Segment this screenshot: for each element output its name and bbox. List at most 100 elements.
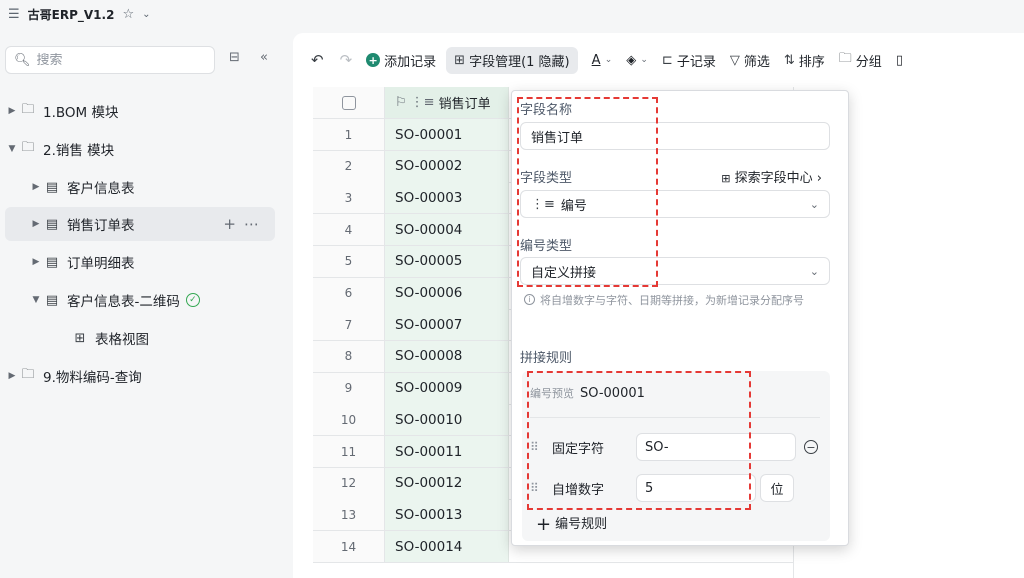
select-all-cell[interactable] <box>313 87 385 118</box>
rule-fixed-text: ⠿ 固定字符 SO- − <box>530 433 820 461</box>
table-icon: ▤ <box>45 216 59 232</box>
digit-count-input[interactable]: 5 <box>636 474 756 502</box>
row-number: 4 <box>313 214 385 246</box>
sidebar-item-order-detail[interactable]: ▶ ▤ 订单明细表 <box>5 245 275 279</box>
row-number: 9 <box>313 372 385 404</box>
sidebar-item-label: 9.物料编码-查询 <box>43 370 142 386</box>
field-config-panel: 字段名称 销售订单 字段类型 ⊞ 探索字段中心 › ⋮≡ 编号 ⌄ 编号类型 自… <box>511 90 849 546</box>
sidebar-item-material-code[interactable]: ▶ 🗀 9.物料编码-查询 <box>5 359 275 393</box>
primary-flag-icon: ⚐ <box>395 95 407 110</box>
fixed-text-input[interactable]: SO- <box>636 433 796 461</box>
row-number: 1 <box>313 119 385 150</box>
field-name-label: 字段名称 <box>520 103 573 118</box>
collapse-sidebar-icon[interactable]: « <box>260 50 268 65</box>
menu-icon[interactable]: ☰ <box>8 7 20 22</box>
sales-order-cell[interactable]: SO-00010 <box>385 404 509 436</box>
sidebar-item-sales[interactable]: ▼ 🗀 2.销售 模块 <box>5 132 275 166</box>
row-number: 6 <box>313 277 385 309</box>
sort-button[interactable]: ⇅ 排序 <box>784 51 825 70</box>
title-bar: ☰ 古哥ERP_V1.2 ☆ ⌄ <box>0 0 1024 28</box>
field-type-select[interactable]: ⋮≡ 编号 ⌄ <box>520 190 830 218</box>
drag-handle-icon[interactable]: ⠿ <box>530 440 546 454</box>
sales-order-cell[interactable]: SO-00008 <box>385 340 509 372</box>
expand-arrow-icon[interactable]: ▶ <box>29 182 43 192</box>
rules-label: 拼接规则 <box>520 351 573 366</box>
folder-icon: 🗀 <box>21 140 35 155</box>
row-height-icon[interactable]: ▯ <box>896 53 903 68</box>
field-grid-icon: ⊞ <box>454 52 466 68</box>
sidebar-item-label: 订单明细表 <box>67 256 135 272</box>
sales-order-cell[interactable]: SO-00003 <box>385 182 509 214</box>
sales-order-cell[interactable]: SO-00012 <box>385 467 509 499</box>
text-color-icon: A <box>591 52 601 68</box>
text-color-button[interactable]: A ⌄ <box>592 53 613 68</box>
redo-icon[interactable]: ↷ <box>340 51 353 69</box>
expand-arrow-icon[interactable]: ▶ <box>5 106 19 116</box>
sales-order-cell[interactable]: SO-00009 <box>385 372 509 404</box>
row-number: 12 <box>313 467 385 499</box>
sidebar-item-label: 表格视图 <box>95 332 149 348</box>
expand-arrow-icon[interactable]: ▶ <box>29 257 43 267</box>
apps-icon: ⊞ <box>721 172 731 185</box>
field-name-input[interactable]: 销售订单 <box>520 122 830 150</box>
sales-order-cell[interactable]: SO-00011 <box>385 436 509 467</box>
app-title[interactable]: 古哥ERP_V1.2 <box>28 6 115 23</box>
sidebar-item-label: 1.BOM 模块 <box>43 105 119 121</box>
column-header-label: 销售订单 <box>438 97 491 112</box>
expand-arrow-icon[interactable]: ▶ <box>5 371 19 381</box>
number-field-icon: ⋮≡ <box>410 95 435 110</box>
sidebar-item-customer-info[interactable]: ▶ ▤ 客户信息表 <box>5 170 275 204</box>
chevron-down-icon: ⌄ <box>809 264 819 278</box>
remove-rule-icon[interactable]: − <box>804 440 818 454</box>
sales-order-cell[interactable]: SO-00006 <box>385 277 509 309</box>
hierarchy-icon: ⊏ <box>661 52 673 68</box>
row-number: 8 <box>313 340 385 372</box>
drag-handle-icon[interactable]: ⠿ <box>530 481 546 495</box>
sidebar-item-bom[interactable]: ▶ 🗀 1.BOM 模块 <box>5 94 275 128</box>
undo-icon[interactable]: ↶ <box>311 51 324 69</box>
rule-value: 5 <box>645 480 654 496</box>
sidebar: 🔍︎ ⊟ « ▶ 🗀 1.BOM 模块 ▼ 🗀 2.销售 模块 ▶ ▤ 客户信息… <box>0 28 290 578</box>
field-name-value: 销售订单 <box>531 130 584 146</box>
preview-label: 编号预览 <box>530 387 574 400</box>
star-icon[interactable]: ☆ <box>122 7 134 22</box>
filter-button[interactable]: ▽ 筛选 <box>730 51 770 70</box>
sales-order-cell[interactable]: SO-00002 <box>385 150 509 182</box>
search-input[interactable] <box>36 52 207 68</box>
collapse-panel-icon[interactable]: ⊟ <box>229 50 240 65</box>
sales-order-cell[interactable]: SO-00001 <box>385 119 509 150</box>
number-type-select[interactable]: 自定义拼接 ⌄ <box>520 257 830 285</box>
filter-icon: ▽ <box>729 52 740 68</box>
sub-record-button[interactable]: ⊏ 子记录 <box>662 51 716 70</box>
number-type-value: 自定义拼接 <box>531 265 597 281</box>
collapse-arrow-icon[interactable]: ▼ <box>5 144 19 154</box>
sales-order-cell[interactable]: SO-00014 <box>385 531 509 563</box>
sidebar-item-grid-view[interactable]: ⊞ 表格视图 <box>5 321 275 355</box>
sales-order-cell[interactable]: SO-00004 <box>385 214 509 246</box>
sales-order-cell[interactable]: SO-00007 <box>385 309 509 341</box>
sub-record-label: 子记录 <box>676 54 716 70</box>
info-icon: i <box>524 294 535 305</box>
fill-color-button[interactable]: ◈ ⌄ <box>626 53 648 68</box>
group-button[interactable]: 🗀 分组 <box>839 49 882 71</box>
number-preview: 编号预览 SO-00001 <box>530 385 645 401</box>
row-number: 3 <box>313 182 385 214</box>
number-field-icon: ⋮≡ <box>531 196 555 212</box>
search-box[interactable]: 🔍︎ <box>5 46 215 74</box>
select-all-checkbox[interactable] <box>341 95 356 110</box>
expand-arrow-icon[interactable]: ▶ <box>29 219 43 229</box>
number-type-hint: i 将自增数字与字符、日期等拼接，为新增记录分配序号 <box>524 293 829 309</box>
sales-order-cell[interactable]: SO-00005 <box>385 245 509 277</box>
add-record-button[interactable]: + 添加记录 <box>366 51 436 70</box>
field-manage-button[interactable]: ⊞ 字段管理(1 隐藏) <box>446 46 578 74</box>
add-rule-button[interactable]: + 编号规则 <box>536 513 607 535</box>
explore-field-center-link[interactable]: ⊞ 探索字段中心 › <box>721 167 822 186</box>
sidebar-item-sales-order[interactable]: ▶ ▤ 销售订单表 +⋯ <box>5 207 275 241</box>
column-header-sales-order[interactable]: ⚐ ⋮≡ 销售订单 <box>385 87 509 118</box>
chevron-down-icon[interactable]: ⌄ <box>142 9 150 20</box>
item-actions[interactable]: +⋯ <box>223 215 267 233</box>
sidebar-item-customer-qr[interactable]: ▼ ▤ 客户信息表-二维码 ✓ <box>5 283 275 317</box>
chevron-right-icon: › <box>816 171 822 186</box>
collapse-arrow-icon[interactable]: ▼ <box>29 295 43 305</box>
sales-order-cell[interactable]: SO-00013 <box>385 499 509 531</box>
